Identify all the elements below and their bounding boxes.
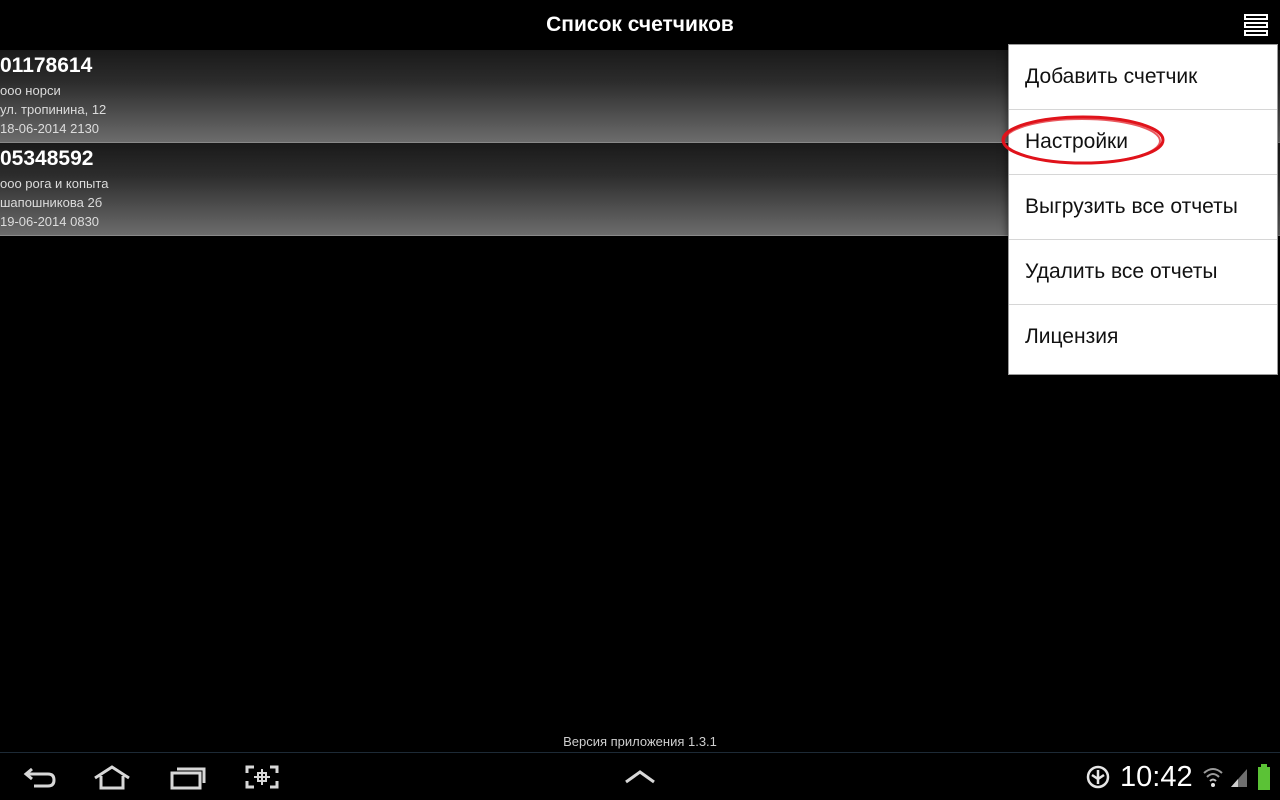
- screenshot-button[interactable]: [240, 761, 284, 793]
- menu-item-label: Добавить счетчик: [1025, 65, 1198, 88]
- recent-apps-icon: [170, 767, 206, 790]
- app-version-text: Версия приложения 1.3.1: [563, 734, 717, 749]
- recent-apps-button[interactable]: [166, 761, 210, 793]
- action-bar: Список счетчиков: [0, 0, 1280, 50]
- signal-icon: [1231, 769, 1247, 787]
- back-button[interactable]: [18, 761, 62, 793]
- counter-company: ооо рога и копыта: [0, 176, 109, 191]
- cell-signal-status: [1228, 763, 1250, 791]
- counter-datetime: 18-06-2014 2130: [0, 121, 100, 136]
- overflow-menu-icon: [1244, 14, 1268, 36]
- menu-item-export-reports[interactable]: Выгрузить все отчеты: [1009, 175, 1277, 240]
- gps-icon: [1086, 765, 1110, 789]
- overflow-menu-button[interactable]: [1236, 8, 1276, 42]
- menu-item-label: Лицензия: [1025, 325, 1119, 348]
- counter-datetime: 19-06-2014 0830: [0, 214, 100, 229]
- menu-item-add-counter[interactable]: Добавить счетчик: [1009, 45, 1277, 110]
- screenshot-icon: [245, 765, 279, 789]
- menu-item-label: Выгрузить все отчеты: [1025, 195, 1238, 218]
- menu-item-label: Настройки: [1025, 130, 1128, 153]
- chevron-up-icon: [625, 770, 655, 784]
- status-clock: 10:42: [1120, 761, 1193, 793]
- menu-item-license[interactable]: Лицензия: [1009, 305, 1277, 369]
- wifi-icon: [1203, 768, 1223, 787]
- menu-item-settings[interactable]: Настройки: [1001, 110, 1277, 175]
- gps-status: [1084, 763, 1112, 791]
- counter-address: ул. тропинина, 12: [0, 102, 107, 117]
- counter-number: 05348592: [0, 147, 94, 170]
- counter-address: шапошникова 2б: [0, 195, 103, 210]
- home-button[interactable]: [90, 761, 134, 793]
- counter-number: 01178614: [0, 54, 93, 77]
- app-tray-button[interactable]: [618, 761, 662, 793]
- back-icon: [23, 767, 56, 788]
- menu-item-delete-reports[interactable]: Удалить все отчеты: [1009, 240, 1277, 305]
- system-bar: 10:42: [0, 752, 1280, 800]
- wifi-status: [1200, 763, 1226, 791]
- home-icon: [94, 765, 130, 790]
- battery-icon: [1258, 764, 1270, 790]
- overflow-menu: Добавить счетчик Настройки Выгрузить все…: [1001, 44, 1278, 375]
- battery-status: [1254, 763, 1274, 791]
- counter-company: ооо норси: [0, 83, 61, 98]
- menu-item-label: Удалить все отчеты: [1025, 260, 1218, 283]
- page-title: Список счетчиков: [546, 13, 734, 36]
- app-screen: Список счетчиков 01178614 ооо норси ул. …: [0, 0, 1280, 800]
